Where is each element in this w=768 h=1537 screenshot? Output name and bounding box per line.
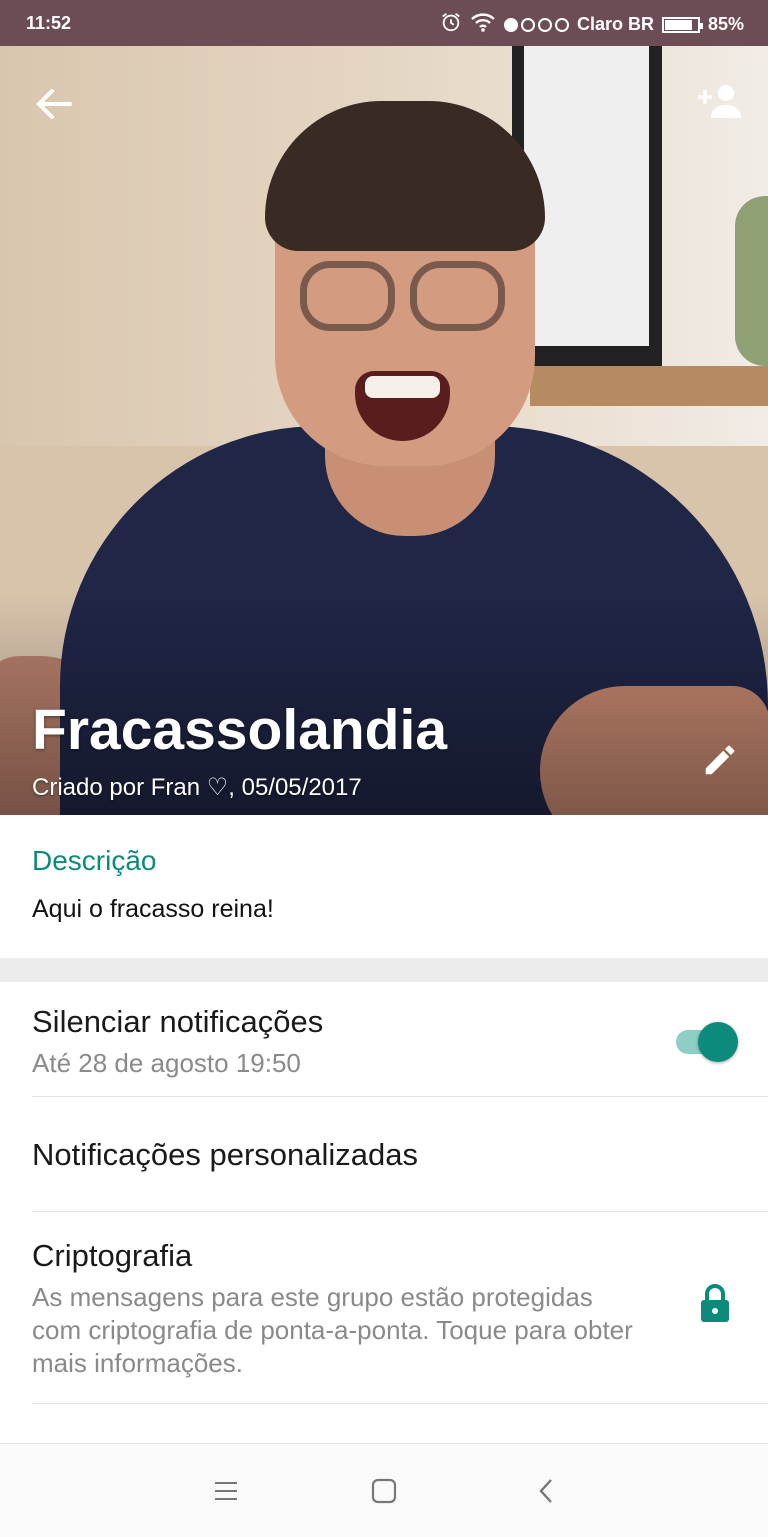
status-time: 11:52 xyxy=(26,13,72,33)
encryption-row[interactable]: Criptografia As mensagens para este grup… xyxy=(0,1212,768,1402)
lock-icon xyxy=(700,1283,742,1329)
wifi-icon xyxy=(470,11,496,38)
edit-pencil-icon[interactable] xyxy=(695,735,745,785)
battery-percent: 85% xyxy=(707,14,744,34)
mute-subtitle: Até 28 de agosto 19:50 xyxy=(32,1048,301,1078)
add-participant-icon[interactable] xyxy=(690,76,750,126)
alarm-icon xyxy=(440,11,462,38)
home-icon[interactable] xyxy=(359,1466,409,1516)
description-text: Aqui o fracasso reina! xyxy=(32,895,274,923)
battery-icon xyxy=(661,16,703,33)
section-divider xyxy=(0,958,768,982)
custom-notifications-title: Notificações personalizadas xyxy=(32,1137,418,1172)
arrow-back-icon[interactable] xyxy=(28,80,80,128)
group-name: Fracassolandia xyxy=(32,698,448,762)
encryption-title: Criptografia xyxy=(32,1238,193,1273)
description-label: Descrição xyxy=(32,845,157,876)
group-created-by: Criado por Fran ♡, 05/05/2017 xyxy=(32,774,362,801)
description-section[interactable]: Descrição Aqui o fracasso reina! xyxy=(0,815,768,958)
signal-icon xyxy=(503,17,569,32)
encryption-subtitle: As mensagens para este grupo estão prote… xyxy=(32,1282,633,1378)
carrier-label: Claro BR xyxy=(576,14,654,34)
row-divider xyxy=(32,1403,768,1404)
mute-toggle[interactable] xyxy=(676,1022,738,1062)
status-bar: 11:52 Claro BR 85% xyxy=(0,0,768,46)
system-nav-bar xyxy=(0,1443,768,1537)
mute-notifications-row[interactable]: Silenciar notificações Até 28 de agosto … xyxy=(0,982,768,1097)
mute-title: Silenciar notificações xyxy=(32,1004,324,1039)
custom-notifications-row[interactable]: Notificações personalizadas xyxy=(0,1097,768,1210)
menu-icon[interactable] xyxy=(201,1466,251,1516)
back-icon[interactable] xyxy=(521,1466,571,1516)
